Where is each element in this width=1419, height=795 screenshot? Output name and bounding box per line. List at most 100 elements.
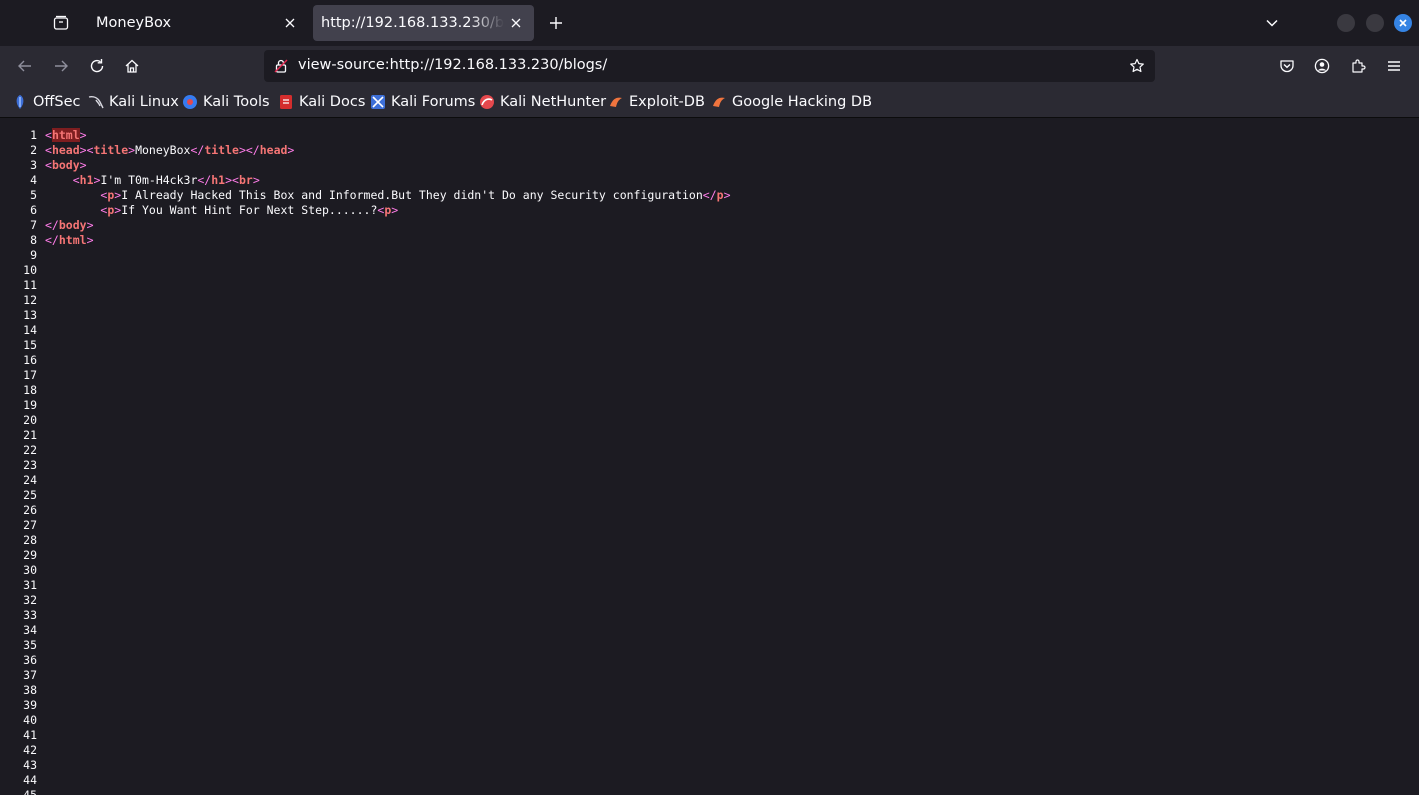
line-number: 33 [23,608,37,622]
bookmark-kali-docs[interactable]: Kali Docs [278,90,365,114]
bookmark-kali-linux[interactable]: Kali Linux [88,90,179,114]
minimize-button[interactable] [1337,14,1355,32]
view-source-content[interactable]: 1 <html> 2 <head><title>MoneyBox</title></h… [0,118,1419,795]
bookmark-exploit-db[interactable]: Exploit-DB [608,90,705,114]
line-number: 42 [23,743,37,757]
tag-name: head [51,143,80,157]
text-content: I Already Hacked This Box and Informed.B… [121,188,703,202]
kali-dragon-icon [88,94,104,110]
insecure-lock-icon[interactable] [273,58,289,74]
tag-bracket: < [45,158,52,172]
line-number: 44 [23,773,37,787]
line-number: 9 [30,248,37,262]
tag-bracket: </ [190,143,205,157]
tag-bracket: < [45,143,52,157]
browser-window: MoneyBox http://192.168.133.230/blogs/ [0,0,1419,795]
line-number: 29 [23,548,37,562]
line-number: 10 [23,263,37,277]
line-number: 15 [23,338,37,352]
close-icon [1399,19,1407,27]
source-line: 2 <head><title>MoneyBox</title></head> [0,143,294,158]
source-line: 22 [0,443,45,458]
source-line: 9 [0,248,45,263]
line-number: 24 [23,473,37,487]
back-button[interactable] [10,51,40,81]
home-button[interactable] [117,51,147,81]
source-line: 19 [0,398,45,413]
line-number: 3 [30,158,37,172]
tab-title: MoneyBox [96,15,172,31]
tag-name: html [51,128,80,142]
line-number: 32 [23,593,37,607]
close-icon [285,18,295,28]
source-line: 37 [0,668,45,683]
new-tab-button[interactable] [541,8,571,38]
source-line: 35 [0,638,45,653]
line-number: 37 [23,668,37,682]
source-line: 33 [0,608,45,623]
source-line: 18 [0,383,45,398]
bookmark-offsec[interactable]: OffSec [12,90,81,114]
forward-button[interactable] [46,51,76,81]
tag-name: p [716,188,724,202]
source-line: 41 [0,728,45,743]
bookmark-kali-nethunter[interactable]: Kali NetHunter [479,90,606,114]
bookmark-kali-forums[interactable]: Kali Forums [370,90,475,114]
line-number: 31 [23,578,37,592]
account-button[interactable] [1307,51,1337,81]
source-line: 45 [0,788,45,795]
tag-bracket: </ [702,188,717,202]
bookmarks-toolbar: OffSec Kali Linux Kali Tools Kali Docs K… [0,86,1419,118]
kali-tools-icon [182,94,198,110]
line-number: 30 [23,563,37,577]
source-line: 24 [0,473,45,488]
bookmark-kali-tools[interactable]: Kali Tools [182,90,270,114]
line-number: 43 [23,758,37,772]
bookmark-star-icon[interactable] [1129,58,1145,74]
tag-bracket: </ [45,233,59,247]
firefox-view-icon [53,15,69,30]
url-bar[interactable]: view-source:http://192.168.133.230/blogs… [264,50,1155,82]
line-number: 28 [23,533,37,547]
source-line: 16 [0,353,45,368]
source-line: 8 </html> [0,233,94,248]
source-line: 30 [0,563,45,578]
list-all-tabs-button[interactable] [1257,8,1287,38]
line-number: 36 [23,653,37,667]
navigation-toolbar: view-source:http://192.168.133.230/blogs… [0,46,1419,86]
source-line: 28 [0,533,45,548]
source-line: 23 [0,458,45,473]
tag-name: head [259,143,288,157]
line-number: 34 [23,623,37,637]
line-number: 11 [23,278,37,292]
bookmark-label: Exploit-DB [629,94,705,110]
maximize-button[interactable] [1366,14,1384,32]
tag-name: title [93,143,129,157]
line-number: 45 [23,788,37,795]
source-line: 44 [0,773,45,788]
source-line: 32 [0,593,45,608]
tab-blogs[interactable]: http://192.168.133.230/blogs/ [313,5,534,41]
tag-bracket: > [86,233,94,247]
source-line: 1 <html> [0,128,87,143]
line-number: 20 [23,413,37,427]
tab-close-button[interactable] [504,11,528,35]
tab-close-button[interactable] [278,11,302,35]
source-line: 17 [0,368,45,383]
extensions-button[interactable] [1343,51,1373,81]
line-number: 40 [23,713,37,727]
tag-bracket: > [86,218,94,232]
reload-button[interactable] [82,51,112,81]
exploit-db-icon [608,94,624,110]
bookmark-google-hacking-db[interactable]: Google Hacking DB [711,90,872,114]
line-number: 14 [23,323,37,337]
text-content: MoneyBox [135,143,191,157]
app-menu-button[interactable] [1379,51,1409,81]
line-number: 12 [23,293,37,307]
text-content [45,203,100,217]
pocket-button[interactable] [1272,51,1302,81]
tab-moneybox[interactable]: MoneyBox [84,5,308,41]
hamburger-menu-icon [1388,61,1400,71]
close-window-button[interactable] [1394,14,1412,32]
firefox-view-button[interactable] [46,8,76,38]
